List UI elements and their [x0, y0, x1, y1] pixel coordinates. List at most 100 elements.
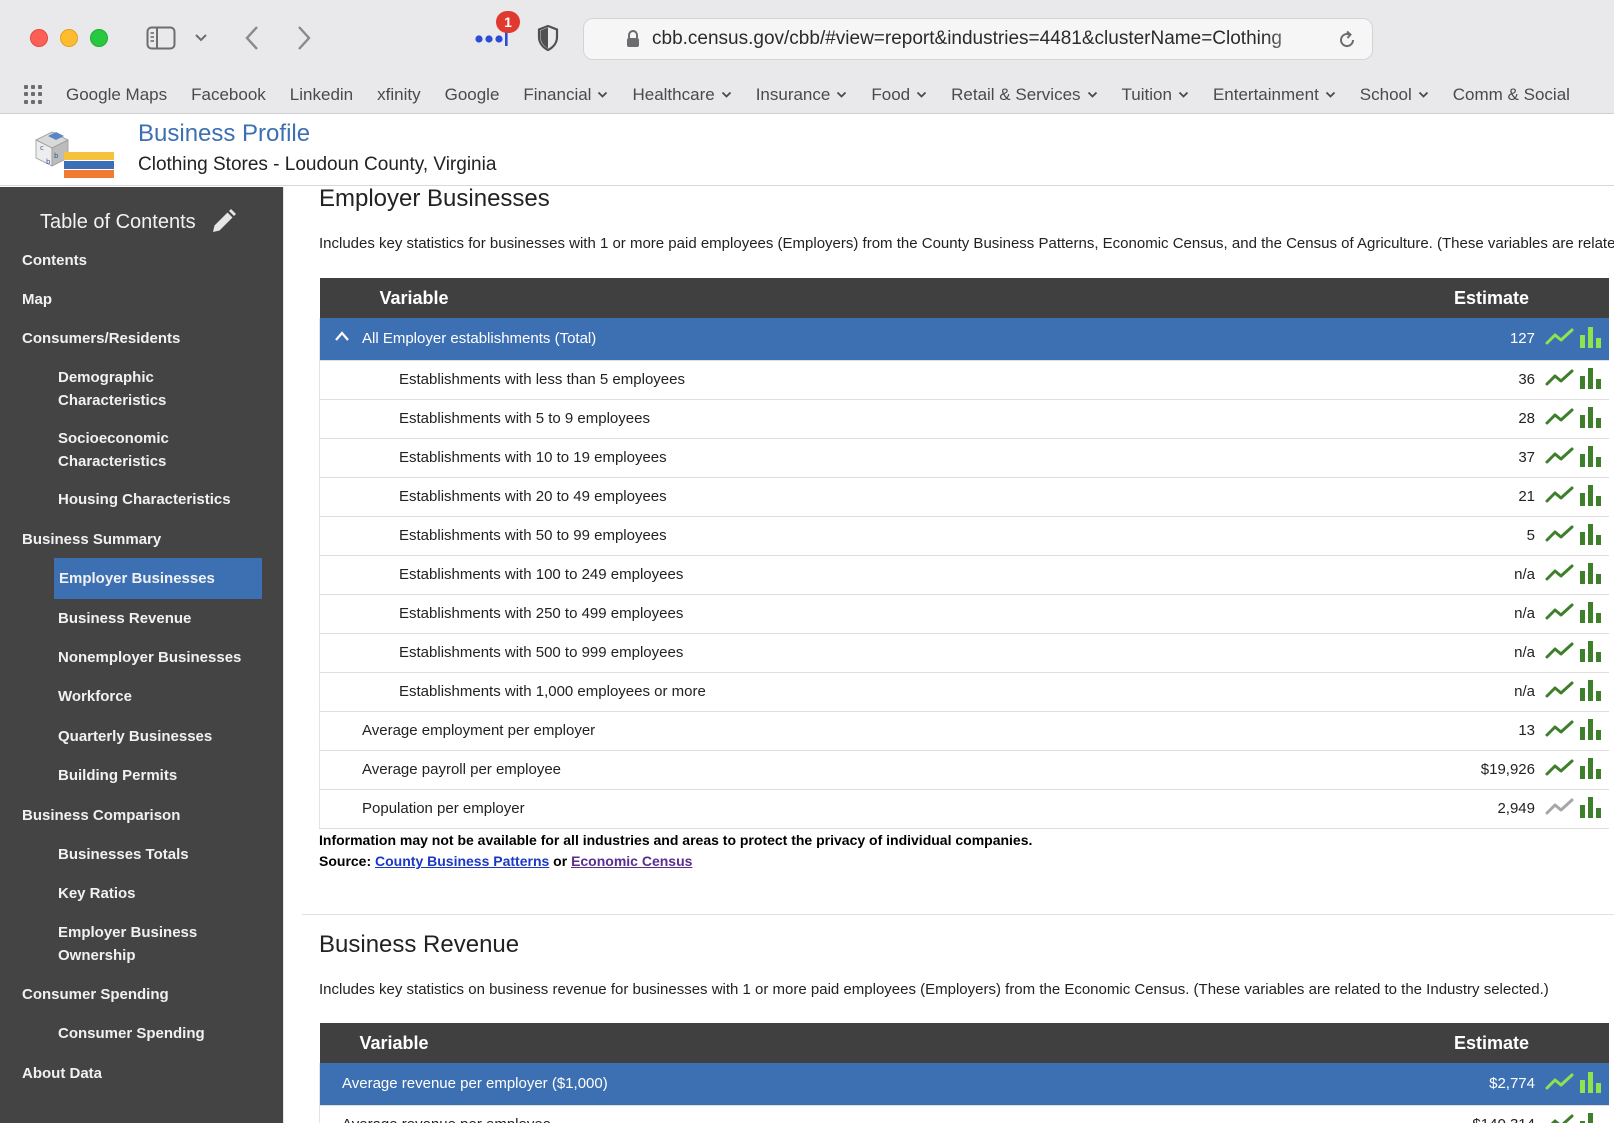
- toc-item[interactable]: Business Revenue: [58, 607, 254, 630]
- app-title[interactable]: Business Profile: [138, 120, 310, 148]
- bar-chart-icon[interactable]: [1579, 1071, 1603, 1097]
- bookmark-item[interactable]: School: [1360, 85, 1429, 105]
- toc-item[interactable]: Housing Characteristics: [58, 488, 254, 511]
- county-business-patterns-link[interactable]: County Business Patterns: [375, 853, 549, 869]
- toc-item[interactable]: Socioeconomic Characteristics: [58, 427, 254, 473]
- row-variable: Population per employer: [320, 789, 1386, 828]
- toc-item[interactable]: Employer Businesses: [54, 558, 262, 599]
- bookmark-item[interactable]: Food: [871, 85, 927, 105]
- toc-item[interactable]: Key Ratios: [58, 882, 254, 905]
- bookmark-item[interactable]: Financial: [523, 85, 608, 105]
- line-chart-icon[interactable]: [1545, 1071, 1575, 1097]
- chevron-up-icon[interactable]: [334, 329, 350, 346]
- toc-item[interactable]: Nonemployer Businesses: [58, 646, 254, 669]
- bar-chart-icon[interactable]: [1579, 718, 1603, 744]
- address-bar[interactable]: cbb.census.gov/cbb/#view=report&industri…: [583, 18, 1373, 60]
- table-row[interactable]: Average revenue per employer ($1,000) $2,…: [319, 1063, 1609, 1105]
- back-arrow-icon[interactable]: [238, 24, 266, 52]
- economic-census-link[interactable]: Economic Census: [571, 853, 692, 869]
- sidebar-toggle-icon[interactable]: [146, 26, 176, 50]
- table-row[interactable]: All Employer establishments (Total) 127: [319, 318, 1609, 360]
- toc-item[interactable]: Business Comparison: [22, 804, 180, 827]
- bar-chart-icon[interactable]: [1579, 326, 1603, 352]
- toc-item[interactable]: Businesses Totals: [58, 843, 254, 866]
- table-row[interactable]: Average payroll per employee $19,926: [319, 750, 1609, 789]
- chevron-down-icon[interactable]: [192, 28, 210, 48]
- toc-item[interactable]: Employer Business Ownership: [58, 921, 254, 967]
- toc-item[interactable]: Contents: [22, 249, 87, 272]
- table-row[interactable]: Establishments with 1,000 employees or m…: [319, 672, 1609, 711]
- bar-chart-icon[interactable]: [1579, 445, 1603, 471]
- table-row[interactable]: Establishments with 250 to 499 employees…: [319, 594, 1609, 633]
- line-chart-icon[interactable]: [1545, 679, 1575, 705]
- line-chart-icon[interactable]: [1545, 640, 1575, 666]
- toc-item[interactable]: Quarterly Businesses: [58, 725, 254, 748]
- bookmark-item[interactable]: Google Maps: [66, 85, 167, 105]
- bar-chart-icon[interactable]: [1579, 796, 1603, 822]
- line-chart-icon[interactable]: [1545, 796, 1575, 822]
- toc-item[interactable]: About Data: [22, 1062, 102, 1085]
- toc-item[interactable]: Business Summary: [22, 528, 161, 551]
- toc-item[interactable]: Map: [22, 288, 52, 311]
- line-chart-icon[interactable]: [1545, 406, 1575, 432]
- table-row[interactable]: Average revenue per employee $140,314: [319, 1105, 1609, 1123]
- toc-item[interactable]: Building Permits: [58, 764, 254, 787]
- shield-icon[interactable]: [534, 24, 562, 52]
- bar-chart-icon[interactable]: [1579, 679, 1603, 705]
- line-chart-icon[interactable]: [1545, 326, 1575, 352]
- bookmark-item[interactable]: Comm & Social: [1453, 85, 1570, 105]
- line-chart-icon[interactable]: [1545, 484, 1575, 510]
- table-row[interactable]: Establishments with 500 to 999 employees…: [319, 633, 1609, 672]
- row-variable: All Employer establishments (Total): [320, 318, 1386, 360]
- apps-grid-icon[interactable]: [24, 84, 44, 105]
- census-business-builder-logo[interactable]: c b b: [34, 126, 122, 178]
- bookmark-item[interactable]: Linkedin: [290, 85, 353, 105]
- toc-item[interactable]: Consumer Spending: [22, 983, 169, 1006]
- bar-chart-icon[interactable]: [1579, 640, 1603, 666]
- line-chart-icon[interactable]: [1545, 1112, 1575, 1123]
- table-row[interactable]: Establishments with 20 to 49 employees 21: [319, 477, 1609, 516]
- bar-chart-icon[interactable]: [1579, 484, 1603, 510]
- bar-chart-icon[interactable]: [1579, 562, 1603, 588]
- bookmark-item[interactable]: Entertainment: [1213, 85, 1336, 105]
- toc-item[interactable]: Consumers/Residents: [22, 327, 180, 350]
- table-row[interactable]: Population per employer 2,949: [319, 789, 1609, 828]
- line-chart-icon[interactable]: [1545, 718, 1575, 744]
- line-chart-icon[interactable]: [1545, 757, 1575, 783]
- bar-chart-icon[interactable]: [1579, 1112, 1603, 1123]
- minimize-window-button[interactable]: [60, 29, 78, 47]
- toc-item[interactable]: Demographic Characteristics: [58, 366, 254, 412]
- bar-chart-icon[interactable]: [1579, 523, 1603, 549]
- table-of-contents-sidebar: Table of Contents Contents Map Consumers/R…: [0, 187, 283, 1123]
- pencil-icon[interactable]: [210, 209, 236, 235]
- table-row[interactable]: Establishments with 50 to 99 employees 5: [319, 516, 1609, 555]
- table-row[interactable]: Establishments with 100 to 249 employees…: [319, 555, 1609, 594]
- table-row[interactable]: Establishments with 5 to 9 employees 28: [319, 399, 1609, 438]
- table-row[interactable]: Establishments with less than 5 employee…: [319, 360, 1609, 399]
- line-chart-icon[interactable]: [1545, 601, 1575, 627]
- forward-arrow-icon[interactable]: [290, 24, 318, 52]
- line-chart-icon[interactable]: [1545, 367, 1575, 393]
- toc-item[interactable]: Consumer Spending: [58, 1022, 254, 1045]
- bookmark-item[interactable]: Tuition: [1122, 85, 1189, 105]
- zoom-window-button[interactable]: [90, 29, 108, 47]
- line-chart-icon[interactable]: [1545, 562, 1575, 588]
- table-row[interactable]: Average employment per employer 13: [319, 711, 1609, 750]
- line-chart-icon[interactable]: [1545, 445, 1575, 471]
- table-row[interactable]: Establishments with 10 to 19 employees 37: [319, 438, 1609, 477]
- bar-chart-icon[interactable]: [1579, 406, 1603, 432]
- bookmark-item[interactable]: Google: [445, 85, 500, 105]
- close-window-button[interactable]: [30, 29, 48, 47]
- chevron-down-icon: [1087, 88, 1098, 102]
- bookmark-item[interactable]: Facebook: [191, 85, 266, 105]
- bookmark-item[interactable]: Retail & Services: [951, 85, 1097, 105]
- bar-chart-icon[interactable]: [1579, 757, 1603, 783]
- bookmark-item[interactable]: Insurance: [756, 85, 848, 105]
- bookmark-item[interactable]: xfinity: [377, 85, 420, 105]
- bar-chart-icon[interactable]: [1579, 367, 1603, 393]
- toc-item[interactable]: Workforce: [58, 685, 254, 708]
- reload-icon[interactable]: [1336, 29, 1358, 51]
- line-chart-icon[interactable]: [1545, 523, 1575, 549]
- bar-chart-icon[interactable]: [1579, 601, 1603, 627]
- bookmark-item[interactable]: Healthcare: [632, 85, 731, 105]
